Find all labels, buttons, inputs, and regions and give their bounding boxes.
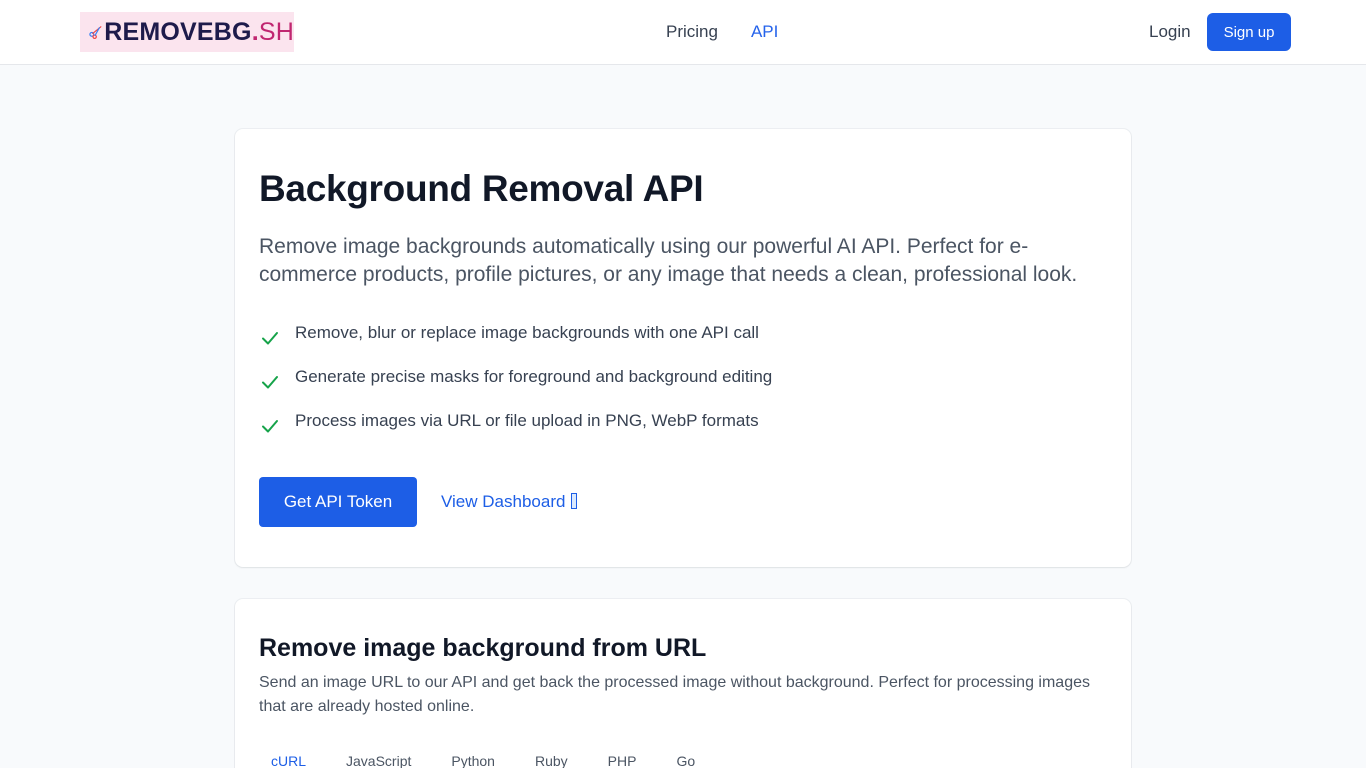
tab-python[interactable]: Python [451,751,495,768]
code-language-tabs: cURL JavaScript Python Ruby PHP Go [271,751,735,768]
check-icon [262,420,278,433]
feature-text: Remove, blur or replace image background… [295,323,759,342]
feature-item: Remove, blur or replace image background… [259,321,772,365]
nav-item-api[interactable]: API [751,21,778,43]
view-dashboard-link[interactable]: View Dashboard [441,491,578,513]
logo-text: REMOVEBG.SH [104,17,294,46]
tab-ruby[interactable]: Ruby [535,751,568,768]
hero-card: Background Removal API Remove image back… [235,129,1131,567]
nav-item-pricing[interactable]: Pricing [666,21,718,43]
feature-item: Generate precise masks for foreground an… [259,365,772,409]
section-title: Remove image background from URL [259,634,707,662]
section-description: Send an image URL to our API and get bac… [259,674,1090,715]
signup-button[interactable]: Sign up [1207,13,1291,51]
feature-text: Generate precise masks for foreground an… [295,367,773,386]
scissors-icon [89,26,102,40]
tab-curl[interactable]: cURL [271,751,306,768]
text-cursor-icon [571,493,578,509]
feature-list: Remove, blur or replace image background… [259,321,772,453]
main-nav: Pricing API [666,21,778,43]
login-link[interactable]: Login [1149,21,1191,43]
check-icon [262,376,278,389]
tab-php[interactable]: PHP [608,751,637,768]
hero-description: Remove image backgrounds automatically u… [259,235,1078,286]
view-dashboard-label: View Dashboard [441,492,566,511]
tab-go[interactable]: Go [676,751,695,768]
feature-text: Process images via URL or file upload in… [295,411,759,430]
check-icon [262,332,278,345]
logo[interactable]: REMOVEBG.SH [80,12,294,52]
url-section-card: Remove image background from URL Send an… [235,599,1131,768]
site-header: REMOVEBG.SH Pricing API Login Sign up [0,0,1366,65]
tab-javascript[interactable]: JavaScript [346,751,411,768]
get-api-token-button[interactable]: Get API Token [259,477,417,527]
feature-item: Process images via URL or file upload in… [259,409,772,453]
page-title: Background Removal API [259,168,704,209]
